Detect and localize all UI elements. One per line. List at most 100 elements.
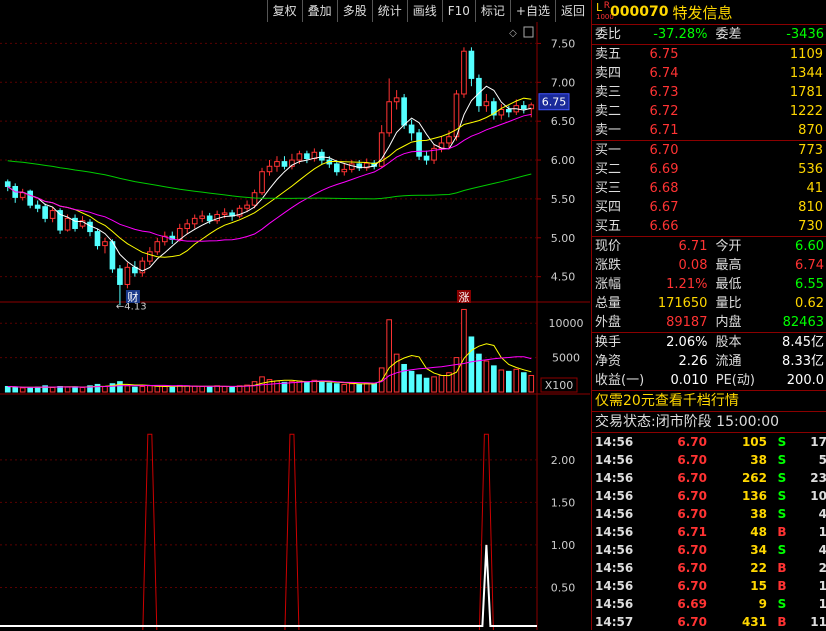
volume-bar [12, 386, 19, 393]
tick-row[interactable]: 14:56 6.70 34 S 4 [592, 541, 826, 559]
stat-label: 外盘 [595, 315, 622, 330]
toolbar-button-1[interactable]: 叠加 [301, 0, 337, 22]
tick-row[interactable]: 14:56 6.69 9 S 1 [592, 595, 826, 613]
volume-bar [4, 385, 11, 393]
asks-row: 卖一 6.71 870 [592, 121, 826, 140]
tick-time: 14:56 [595, 507, 634, 521]
candle-body [42, 206, 48, 219]
tick-row[interactable]: 14:56 6.70 262 S 23 [592, 469, 826, 487]
stat-value: 0.08 [678, 258, 708, 273]
bids-row: 买二 6.69 536 [592, 160, 826, 179]
candle-body [520, 105, 527, 110]
tick-volume: 38 [750, 507, 767, 521]
candle-body [27, 190, 33, 206]
tick-volume: 38 [750, 453, 767, 467]
toolbar-button-0[interactable]: 复权 [266, 0, 302, 22]
bids-label: 买五 [595, 219, 622, 234]
volume-bar [498, 369, 505, 393]
tick-row[interactable]: 14:56 6.71 48 B 1 [592, 523, 826, 541]
toolbar-button-7[interactable]: +自选 [509, 0, 555, 22]
bids-volume: 730 [798, 219, 823, 234]
tick-count: 23 [810, 471, 826, 485]
asks-row: 卖二 6.72 1222 [592, 102, 826, 121]
toolbar-button-3[interactable]: 统计 [371, 0, 407, 22]
tick-row[interactable]: 14:56 6.70 38 S 5 [592, 451, 826, 469]
volume-bar [191, 385, 198, 393]
bids-volume: 773 [798, 143, 823, 158]
volume-bar [476, 353, 482, 393]
volume-bar [132, 386, 138, 393]
bids-volume: 810 [798, 200, 823, 215]
price-tick-label: 6.00 [551, 154, 576, 167]
stat-value: 200.0 [786, 373, 824, 388]
tick-price: 6.71 [677, 525, 707, 539]
bids-row: 买四 6.67 810 [592, 198, 826, 217]
price-tick-label: 7.50 [551, 37, 576, 50]
stat-label: 涨幅 [595, 277, 622, 292]
toolbar-button-5[interactable]: F10 [441, 0, 475, 22]
tick-row[interactable]: 14:57 6.70 431 B 11 [592, 613, 826, 631]
toolbar-button-8[interactable]: 返回 [554, 0, 590, 22]
tick-row[interactable]: 14:56 6.70 22 B 2 [592, 559, 826, 577]
toolbar-button-2[interactable]: 多股 [336, 0, 372, 22]
stat-value: 6.55 [795, 277, 824, 292]
chart-toolbar: 复权 叠加 多股 统计 画线 F10 标记 +自选 返回 [266, 0, 590, 22]
tick-price: 6.70 [677, 561, 707, 575]
stat-value: 1.21% [666, 277, 708, 292]
asks-row: 卖五 6.75 1109 [592, 45, 826, 64]
price-tick-label: 5.00 [551, 232, 576, 245]
tick-volume: 9 [758, 597, 767, 611]
tick-time: 14:56 [595, 489, 634, 503]
tick-list[interactable]: 14:56 6.70 105 S 17 14:56 6.70 38 S 5 14:56 6.70 262… [592, 433, 826, 631]
stat-row: 外盘 89187 内盘 82463 [592, 313, 826, 332]
tick-price: 6.70 [677, 579, 707, 593]
indicator-tick-label: 2.00 [551, 454, 576, 467]
kline-chart[interactable]: 7.507.006.506.005.505.004.50←4.13财 涨6.75◇… [0, 0, 590, 630]
volume-bar [453, 357, 460, 393]
asks-label: 卖五 [595, 47, 622, 62]
volume-bar [274, 380, 280, 393]
candle-body [416, 132, 422, 157]
volume-bar [64, 386, 71, 393]
indicator-tick-label: 1.00 [551, 539, 576, 552]
tick-side: S [777, 489, 787, 503]
candle-body [341, 168, 348, 173]
volume-bar [72, 386, 78, 393]
indicator-tick-label: 1.50 [551, 496, 576, 509]
bids-price: 6.66 [649, 219, 679, 234]
tick-row[interactable]: 14:56 6.70 38 S 4 [592, 505, 826, 523]
candle-body [251, 192, 258, 206]
depth-promo-link[interactable]: 仅需20元查看千档行情 [592, 391, 826, 412]
candle-body [483, 101, 490, 107]
tick-row[interactable]: 14:56 6.70 15 B 1 [592, 577, 826, 595]
volume-bar [79, 387, 86, 393]
candle-body [461, 50, 467, 95]
bids-label: 买二 [595, 162, 622, 177]
stat-label: 流通 [715, 354, 742, 369]
asks-volume: 870 [798, 123, 823, 138]
tick-time: 14:56 [595, 561, 634, 575]
asks-volume: 1222 [789, 104, 823, 119]
candle-body [274, 161, 280, 167]
candle-body [49, 210, 56, 219]
stat-label: 量比 [715, 296, 742, 311]
volume-bar [161, 385, 168, 393]
volume-bar [408, 370, 415, 393]
asks-price: 6.71 [649, 123, 679, 138]
volume-bar [333, 383, 340, 393]
volume-tick-label: 5000 [552, 352, 580, 365]
candle-body [117, 268, 123, 285]
volume-bar [348, 383, 355, 393]
asks-price: 6.73 [649, 85, 679, 100]
bids-price: 6.67 [649, 200, 679, 215]
stat-label: 最高 [715, 258, 742, 273]
toolbar-button-4[interactable]: 画线 [406, 0, 442, 22]
toolbar-button-6[interactable]: 标记 [474, 0, 510, 22]
stat-value: 0.010 [670, 373, 708, 388]
tick-row[interactable]: 14:56 6.70 136 S 10 [592, 487, 826, 505]
volume-bar [139, 385, 146, 393]
status-label: 交易状态: [595, 414, 656, 430]
volume-bar [438, 374, 445, 393]
tick-row[interactable]: 14:56 6.70 105 S 17 [592, 433, 826, 451]
bid-book: 买一 6.70 773 买二 6.69 536 买三 6.68 41 买四 6.67 810 买五 6.6… [592, 141, 826, 237]
